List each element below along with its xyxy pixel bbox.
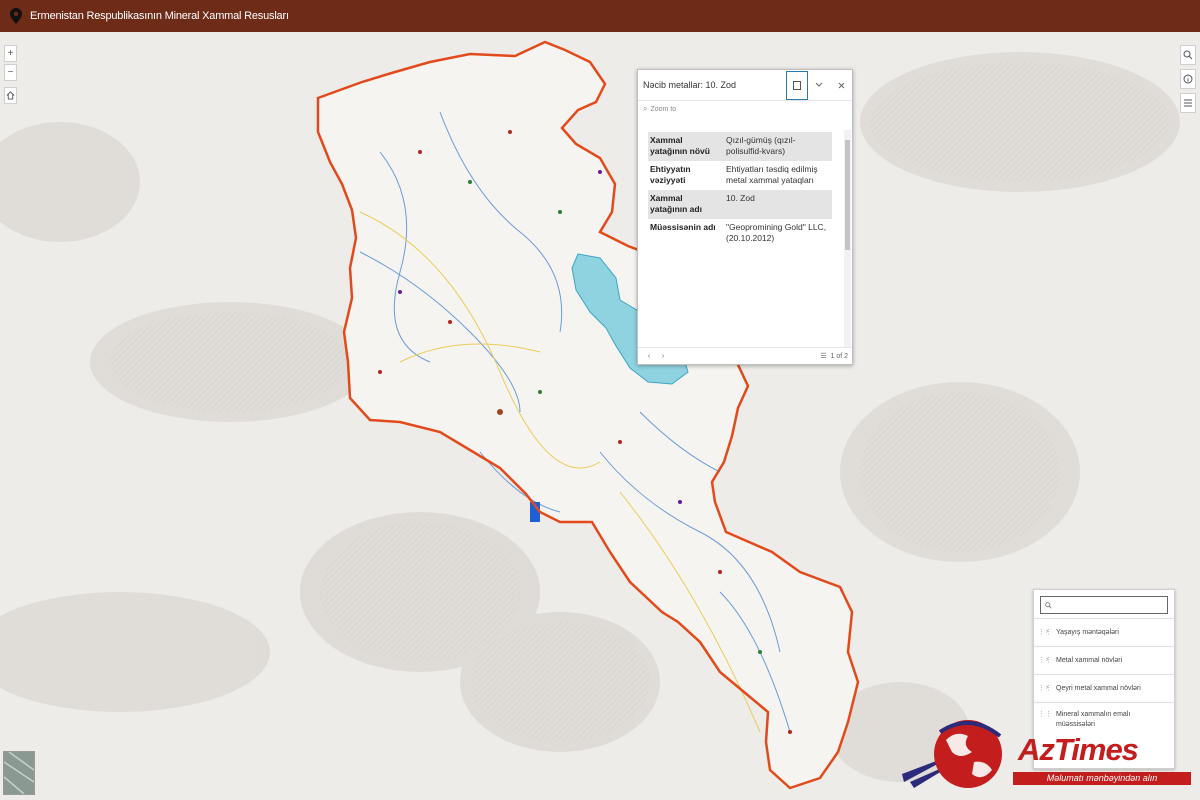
layer-search-input[interactable] (1040, 596, 1168, 614)
feature-popup: Nəcib metallar: 10. Zod ⌕ Zoom to Xammal… (637, 69, 853, 365)
attribute-table: Xammal yatağının növü Qızıl-gümüş (qızıl… (648, 132, 832, 248)
layer-item[interactable]: ⋮⋮ › Yaşayış məntəqələri (1034, 618, 1174, 646)
chevron-down-icon (815, 82, 823, 87)
layer-item[interactable]: ⋮⋮ › Metal xammal növləri (1034, 646, 1174, 674)
layer-label: Metal xammal növləri (1056, 657, 1123, 664)
attribute-value: Qızıl-gümüş (qızıl-polisulfid-kvars) (726, 135, 796, 157)
info-button[interactable] (1180, 69, 1196, 89)
map-view[interactable] (0, 32, 1200, 800)
search-icon (1183, 50, 1193, 60)
popup-footer: ‹ › ☰ 1 of 2 (638, 347, 852, 364)
dock-button[interactable] (786, 70, 808, 100)
next-feature-button[interactable]: › (656, 353, 670, 360)
scrollbar-thumb[interactable] (845, 140, 850, 250)
zoom-in-button[interactable]: + (4, 45, 17, 62)
drag-handle-icon[interactable]: ⋮⋮ (1038, 656, 1052, 664)
attribute-value: 10. Zod (726, 192, 755, 203)
attribute-row: Xammal yatağının adı 10. Zod (648, 189, 832, 219)
attribute-key: Ehtiyyatın vəziyyəti (650, 163, 691, 186)
app-title: Ermenistan Respublikasının Mineral Xamma… (30, 10, 289, 22)
chevron-right-icon[interactable]: › (1046, 684, 1056, 691)
zoom-to-label: Zoom to (650, 105, 677, 113)
layer-list-button[interactable] (1180, 93, 1196, 113)
attribute-value: Ehtiyatları təsdiq edilmiş metal xammal … (726, 163, 818, 186)
popup-scrollbar[interactable] (844, 130, 851, 348)
attribute-row: Xammal yatağının növü Qızıl-gümüş (qızıl… (648, 132, 832, 161)
layer-item[interactable]: ⋮⋮ › Qeyri metal xammal növləri (1034, 674, 1174, 702)
chevron-right-icon[interactable]: › (1046, 628, 1056, 635)
zoom-to-icon: ⌕ (643, 104, 648, 113)
location-pin-icon (10, 8, 22, 24)
attribute-key: Xammal yatağının növü (650, 135, 710, 157)
logo-brand-text: AzTimes (1018, 732, 1139, 767)
popup-content: Xammal yatağının növü Qızıl-gümüş (qızıl… (638, 120, 844, 348)
attribute-value: "Geopromining Gold" LLC, (20.10.2012) (726, 221, 827, 244)
popup-title: Nəcib metallar: 10. Zod (643, 80, 737, 90)
globe-logo-icon (902, 720, 1002, 788)
home-button[interactable] (4, 87, 17, 104)
logo-tagline: Məlumatı mənbəyindən alın (1013, 772, 1191, 785)
search-button[interactable] (1180, 45, 1196, 65)
attribute-row: Ehtiyyatın vəziyyəti Ehtiyatları təsdiq … (648, 161, 832, 190)
aztimes-logo: AzTimes Məlumatı mənbəyindən alın (900, 712, 1198, 800)
zoom-out-button[interactable]: − (4, 64, 17, 81)
app-header: Ermenistan Respublikasının Mineral Xamma… (0, 0, 1200, 32)
dock-icon (793, 80, 801, 90)
popup-header: Nəcib metallar: 10. Zod (638, 70, 852, 101)
layer-label: Yaşayış məntəqələri (1056, 629, 1119, 636)
basemap-terrain[interactable] (0, 32, 1200, 800)
map-zoom-controls: + − (4, 45, 17, 104)
close-button[interactable] (830, 70, 852, 101)
chevron-right-icon[interactable]: › (1046, 656, 1056, 663)
basemap-toggle[interactable] (3, 751, 35, 795)
attribute-key: Xammal yatağının adı (650, 192, 702, 215)
layers-icon (1184, 99, 1192, 107)
layer-label: Qeyri metal xammal növləri (1056, 685, 1141, 692)
drag-handle-icon[interactable]: ⋮⋮ (1038, 684, 1052, 692)
search-icon (1045, 601, 1052, 609)
drag-handle-icon[interactable]: ⋮⋮ (1038, 628, 1052, 636)
attribute-key: Müəssisənin adı (650, 221, 716, 232)
collapse-button[interactable] (808, 70, 830, 101)
prev-feature-button[interactable]: ‹ (642, 353, 656, 360)
attribute-row: Müəssisənin adı "Geopromining Gold" LLC,… (648, 219, 832, 248)
map-tool-controls (1180, 45, 1196, 113)
basemap-thumbnail-icon (3, 751, 35, 795)
home-icon (6, 91, 15, 100)
feature-list-icon[interactable]: ☰ (820, 352, 826, 360)
close-icon (838, 82, 844, 88)
feature-pager: 1 of 2 (830, 352, 848, 360)
info-icon (1183, 74, 1193, 84)
zoom-to-action[interactable]: ⌕ Zoom to (638, 101, 852, 117)
